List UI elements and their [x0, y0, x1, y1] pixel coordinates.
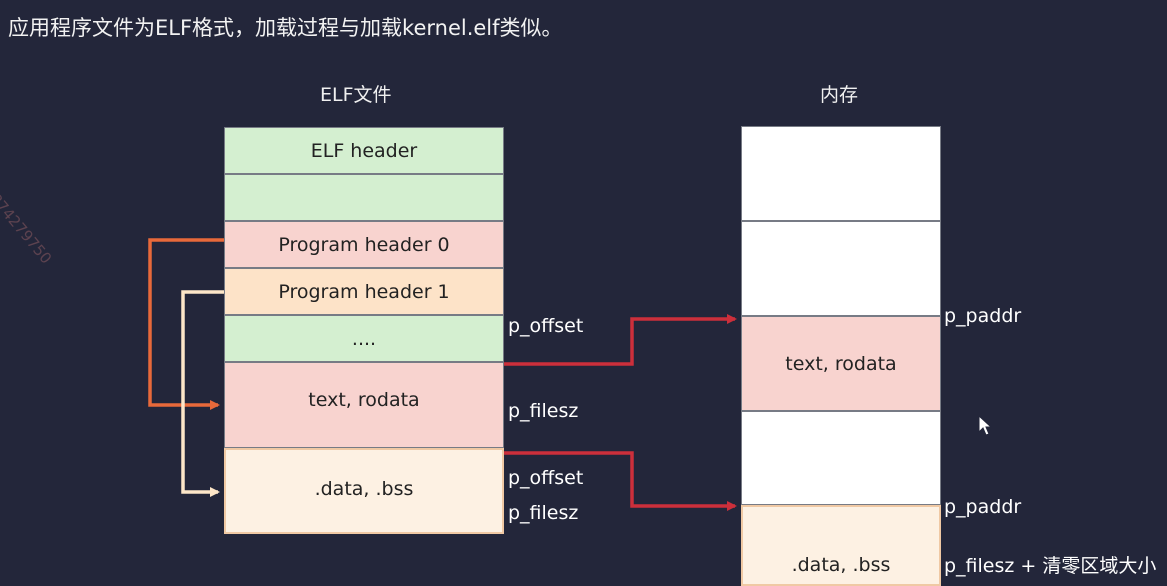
ph1-to-data-arrow: [181, 290, 224, 497]
text-to-memory-arrow: [504, 314, 737, 366]
arrows-layer: [148, 238, 737, 511]
mouse-cursor-icon: [978, 415, 993, 436]
ph0-to-text-arrow: [148, 238, 224, 410]
data-to-memory-arrow: [504, 451, 737, 511]
